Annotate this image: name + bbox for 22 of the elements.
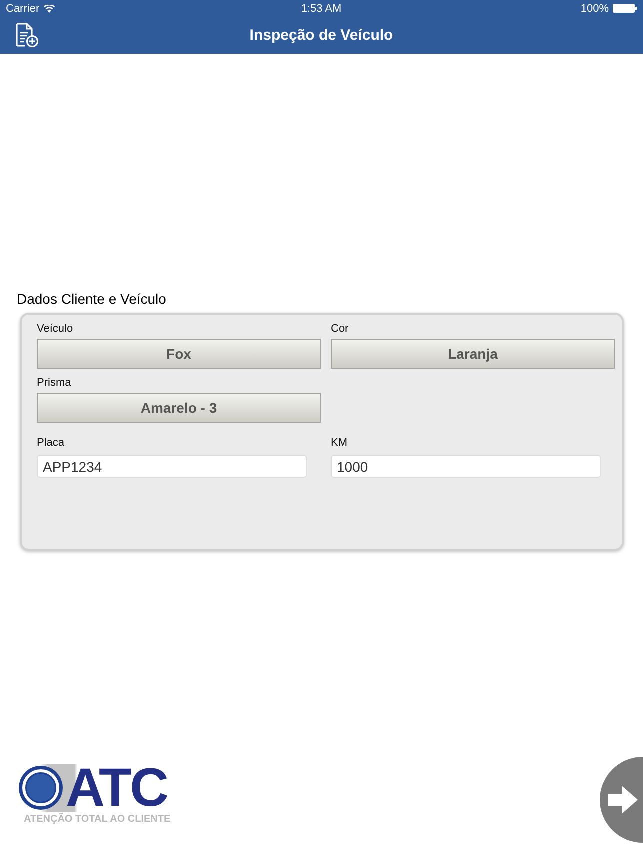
field-label: Cor bbox=[331, 323, 349, 335]
field-label: KM bbox=[331, 437, 348, 449]
badge-icon bbox=[18, 765, 64, 811]
clock: 1:53 AM bbox=[301, 2, 342, 14]
battery-label: 100% bbox=[580, 2, 609, 14]
section-title: Dados Cliente e Veículo bbox=[17, 291, 166, 307]
new-document-icon[interactable] bbox=[15, 23, 39, 48]
input-field[interactable]: APP1234 bbox=[37, 455, 307, 478]
arrow-icon bbox=[608, 785, 638, 815]
picker-button[interactable]: Laranja bbox=[331, 339, 615, 369]
field-label: Prisma bbox=[37, 377, 72, 389]
input-field[interactable]: 1000 bbox=[331, 455, 601, 478]
field-label: Veículo bbox=[37, 323, 74, 335]
window-title: Inspeção de Veículo bbox=[250, 27, 394, 44]
logo-tagline: ATENÇÃO TOTAL AO CLIENTE bbox=[24, 814, 171, 825]
logo-text: ATC bbox=[66, 764, 167, 812]
carrier-label: Carrier bbox=[6, 2, 40, 14]
battery-icon bbox=[612, 4, 637, 13]
wifi-icon bbox=[44, 4, 55, 12]
picker-button[interactable]: Fox bbox=[37, 339, 321, 369]
picker-button[interactable]: Amarelo - 3 bbox=[37, 393, 321, 423]
field-label: Placa bbox=[37, 437, 65, 449]
